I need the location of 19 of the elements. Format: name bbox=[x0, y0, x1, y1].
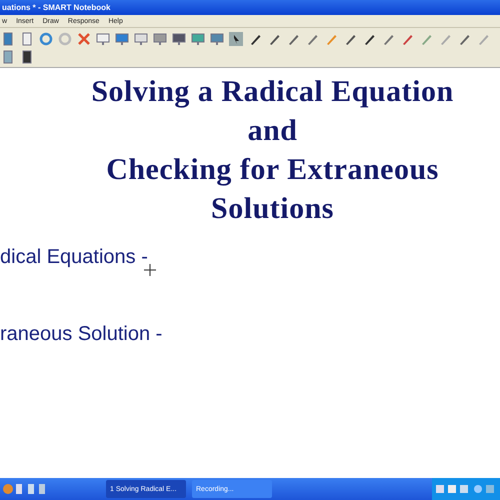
move-cursor-icon bbox=[144, 264, 156, 276]
tool-icon[interactable] bbox=[286, 32, 300, 46]
page-heading: Solutions bbox=[211, 191, 334, 227]
tray-icon bbox=[436, 483, 496, 495]
page-heading: Checking for Extraneous bbox=[106, 152, 439, 188]
tool-icon[interactable] bbox=[20, 50, 34, 64]
quick-launch-icon[interactable] bbox=[2, 482, 46, 496]
tool-icon[interactable] bbox=[457, 32, 471, 46]
window-title: uations * - SMART Notebook bbox=[2, 3, 110, 12]
page-heading: and bbox=[248, 113, 298, 149]
page-heading: Solving a Radical Equation bbox=[91, 74, 454, 110]
tool-icon[interactable] bbox=[362, 32, 376, 46]
tool-icon[interactable] bbox=[172, 32, 186, 46]
tool-icon[interactable] bbox=[343, 32, 357, 46]
tool-icon[interactable] bbox=[248, 32, 262, 46]
note-text: dical Equations - bbox=[0, 246, 148, 269]
tool-icon[interactable] bbox=[267, 32, 281, 46]
tool-icon[interactable] bbox=[229, 32, 243, 46]
note-text: raneous Solution - bbox=[0, 323, 162, 346]
